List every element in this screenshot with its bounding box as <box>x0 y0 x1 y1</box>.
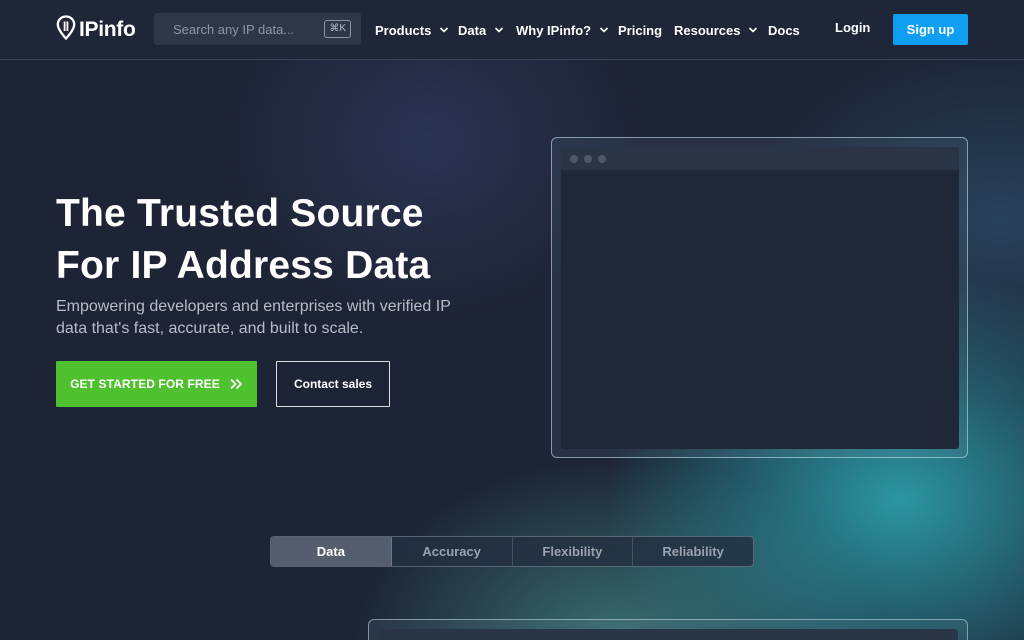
contact-sales-button[interactable]: Contact sales <box>276 361 390 407</box>
feature-panel-content <box>378 629 958 640</box>
nav-item-why-ipinfo[interactable]: Why IPinfo? <box>516 20 609 40</box>
feature-panel-mockup <box>368 619 968 640</box>
hero-title-line-2: For IP Address Data <box>56 244 431 287</box>
browser-window-content <box>561 147 959 449</box>
location-pin-icon <box>56 15 76 45</box>
top-navigation: IPinfo Search any IP data... ⌘K Products… <box>0 0 1024 60</box>
nav-label: Docs <box>768 22 800 38</box>
get-started-label: GET STARTED FOR FREE <box>70 377 220 391</box>
chevron-down-icon <box>600 27 609 33</box>
nav-label: Pricing <box>618 22 663 38</box>
nav-item-resources[interactable]: Resources <box>674 20 758 40</box>
search-input[interactable]: Search any IP data... ⌘K <box>154 13 361 45</box>
double-chevron-right-icon <box>230 378 243 390</box>
window-dot-icon <box>598 154 606 163</box>
nav-item-products[interactable]: Products <box>375 20 449 40</box>
logo-text: IPinfo <box>79 18 136 41</box>
chevron-down-icon <box>749 27 758 33</box>
feature-tabs: Data Accuracy Flexibility Reliability <box>270 536 754 567</box>
nav-label: Data <box>458 22 487 38</box>
signup-button[interactable]: Sign up <box>893 14 968 45</box>
browser-window-mockup <box>551 137 968 458</box>
tab-data[interactable]: Data <box>271 537 392 566</box>
chevron-down-icon <box>495 27 504 33</box>
logo[interactable]: IPinfo <box>56 15 136 45</box>
tab-accuracy[interactable]: Accuracy <box>392 537 513 566</box>
window-dot-icon <box>584 154 592 163</box>
nav-label: Products <box>375 22 432 38</box>
hero-title-line-1: The Trusted Source <box>56 192 424 235</box>
nav-label: Why IPinfo? <box>516 22 592 38</box>
window-dot-icon <box>570 154 578 163</box>
login-link[interactable]: Login <box>835 20 870 35</box>
hero-subtitle: Empowering developers and enterprises wi… <box>56 298 451 337</box>
get-started-button[interactable]: GET STARTED FOR FREE <box>56 361 257 407</box>
nav-item-data[interactable]: Data <box>458 20 504 40</box>
hero-title: The Trusted Source For IP Address Data <box>56 188 526 292</box>
browser-title-bar <box>561 147 959 170</box>
tab-reliability[interactable]: Reliability <box>633 537 753 566</box>
nav-label: Resources <box>674 22 741 38</box>
tab-flexibility[interactable]: Flexibility <box>513 537 634 566</box>
search-placeholder: Search any IP data... <box>173 21 295 37</box>
nav-item-docs[interactable]: Docs <box>768 20 800 40</box>
nav-item-pricing[interactable]: Pricing <box>618 20 662 40</box>
location-pin-icon-svg <box>56 15 76 41</box>
chevron-down-icon <box>440 27 449 33</box>
keyboard-shortcut-badge: ⌘K <box>324 20 351 38</box>
